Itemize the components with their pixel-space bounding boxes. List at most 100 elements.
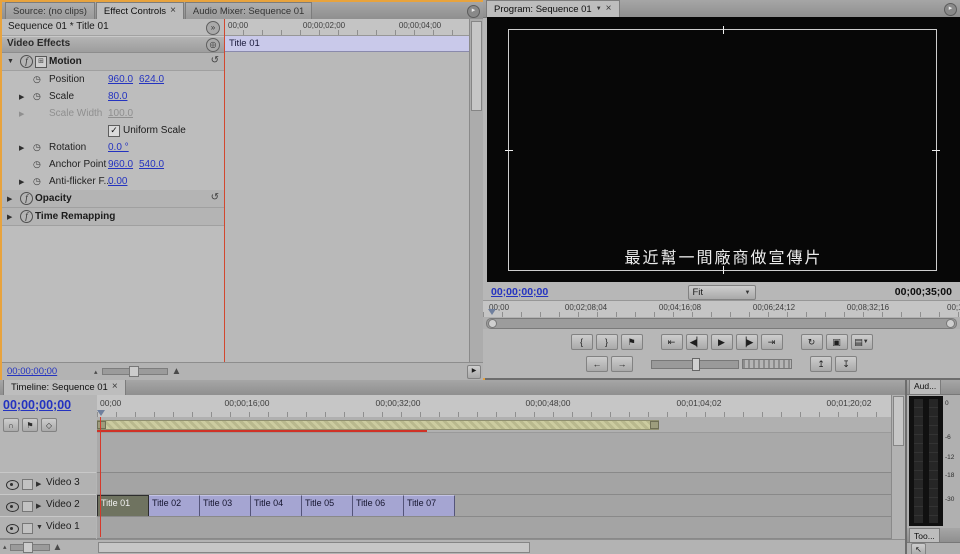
- toggle-animation-stopwatch-icon[interactable]: ◷: [33, 91, 41, 102]
- sequence-selector-icon[interactable]: ▼: [596, 6, 602, 12]
- close-icon[interactable]: ×: [112, 382, 118, 392]
- time-remapping-effect-header[interactable]: ▶ f Time Remapping: [2, 208, 224, 226]
- twirl-open-icon[interactable]: ▼: [7, 58, 14, 65]
- zoom-level-select[interactable]: Fit ▼: [688, 285, 756, 300]
- current-time-indicator[interactable]: [224, 19, 225, 363]
- eye-icon[interactable]: [6, 524, 19, 534]
- twirl-open-icon[interactable]: ▼: [36, 524, 43, 531]
- timeline-zoom-slider[interactable]: [10, 544, 50, 551]
- twirl-closed-icon[interactable]: ▶: [7, 213, 12, 221]
- current-time-indicator[interactable]: [100, 417, 101, 537]
- anti-flicker-value[interactable]: 0.00: [108, 176, 127, 187]
- loop-button[interactable]: ↻: [801, 334, 823, 350]
- step-forward-button[interactable]: ▕▶: [736, 334, 758, 350]
- zoom-out-icon[interactable]: ▴: [3, 543, 7, 551]
- show-timeline-view-button[interactable]: »: [206, 21, 220, 35]
- program-video-preview[interactable]: 最近幫一間廠商做宣傳片: [487, 17, 960, 282]
- view-area-bar[interactable]: [486, 318, 957, 329]
- reset-effect-icon[interactable]: ↺: [211, 55, 219, 66]
- position-y-value[interactable]: 624.0: [139, 74, 164, 85]
- output-button[interactable]: ▤ ▼: [851, 334, 873, 350]
- go-to-previous-edit-button[interactable]: ←: [586, 356, 608, 372]
- view-area-handle[interactable]: [488, 319, 497, 328]
- tab-tools[interactable]: Too...: [909, 528, 940, 542]
- current-time-indicator-head[interactable]: [488, 309, 496, 315]
- anchor-x-value[interactable]: 960.0: [108, 159, 133, 170]
- lock-toggle[interactable]: [22, 523, 33, 534]
- extract-button[interactable]: ↧: [835, 356, 857, 372]
- scrollbar-thumb[interactable]: [471, 21, 482, 111]
- shuttle-slider[interactable]: [651, 360, 739, 369]
- mini-timeline-clip-bar[interactable]: Title 01: [224, 36, 470, 52]
- set-marker-button[interactable]: ⚑: [621, 334, 643, 350]
- set-in-button[interactable]: {: [571, 334, 593, 350]
- program-view-scrollbar[interactable]: [483, 317, 960, 329]
- scroll-right-button[interactable]: ▶: [467, 365, 481, 379]
- selection-tool-icon[interactable]: ↖: [911, 543, 926, 554]
- marker-icon[interactable]: ◇: [41, 418, 57, 432]
- step-back-button[interactable]: ◀▏: [686, 334, 708, 350]
- timeline-current-timecode[interactable]: 00;00;00;00: [3, 398, 71, 412]
- track-header-video1[interactable]: ▼ Video 1: [0, 516, 96, 539]
- lock-toggle[interactable]: [22, 501, 33, 512]
- toggle-animation-stopwatch-icon[interactable]: ◷: [33, 74, 41, 85]
- toggle-animation-stopwatch-icon[interactable]: ◷: [33, 159, 41, 170]
- motion-effect-header[interactable]: ▼ f ⊞ Motion ↺: [2, 53, 224, 71]
- uniform-scale-checkbox[interactable]: ✓: [108, 125, 120, 137]
- zoom-in-icon[interactable]: ▲: [53, 542, 63, 553]
- track-lane-video2[interactable]: Title 01 Title 02 Title 03 Title 04 Titl…: [97, 494, 892, 517]
- timeline-horizontal-scrollbar[interactable]: [97, 539, 905, 554]
- view-area-handle[interactable]: [946, 319, 955, 328]
- effect-controls-mini-timeline[interactable]: 00;00 00;00;02;00 00;00;04;00 Title 01: [224, 19, 470, 363]
- tab-audio-mixer[interactable]: Audio Mixer: Sequence 01: [185, 2, 312, 19]
- lock-toggle[interactable]: [22, 479, 33, 490]
- scale-value[interactable]: 80.0: [108, 91, 127, 102]
- panel-menu-icon[interactable]: ▸: [944, 3, 957, 16]
- mini-timeline-ruler[interactable]: 00;00 00;00;02;00 00;00;04;00: [224, 19, 470, 36]
- toggle-animation-stopwatch-icon[interactable]: ◷: [33, 142, 41, 153]
- position-x-value[interactable]: 960.0: [108, 74, 133, 85]
- track-header-video3[interactable]: ▶ Video 3: [0, 472, 96, 495]
- twirl-closed-icon[interactable]: ▶: [19, 144, 24, 152]
- chapter-marker-icon[interactable]: ⚑: [22, 418, 38, 432]
- tab-source-monitor[interactable]: Source: (no clips): [5, 2, 95, 19]
- effect-controls-vertical-scrollbar[interactable]: [469, 19, 483, 363]
- tab-timeline[interactable]: Timeline: Sequence 01 ×: [3, 380, 126, 395]
- reset-effect-icon[interactable]: ↺: [211, 192, 219, 203]
- work-area-bar[interactable]: [97, 420, 659, 430]
- panel-menu-icon[interactable]: ▸: [467, 5, 480, 18]
- tab-audio-meters[interactable]: Aud...: [909, 380, 941, 394]
- twirl-closed-icon[interactable]: ▶: [36, 480, 41, 488]
- timeline-vertical-scrollbar[interactable]: [891, 395, 905, 540]
- play-button[interactable]: ▶: [711, 334, 733, 350]
- shuttle-thumb[interactable]: [692, 358, 700, 371]
- close-icon[interactable]: ×: [170, 6, 176, 16]
- zoom-slider-thumb[interactable]: [23, 542, 33, 553]
- go-to-in-button[interactable]: ⇤: [661, 334, 683, 350]
- program-current-timecode[interactable]: 00;00;00;00: [491, 286, 548, 298]
- scrollbar-thumb[interactable]: [98, 542, 530, 553]
- tab-effect-controls[interactable]: Effect Controls ×: [96, 2, 184, 19]
- zoom-out-icon[interactable]: ▴: [94, 368, 98, 376]
- anchor-y-value[interactable]: 540.0: [139, 159, 164, 170]
- opacity-effect-header[interactable]: ▶ f Opacity ↺: [2, 190, 224, 208]
- track-lane-video3[interactable]: [97, 472, 892, 495]
- safe-margins-button[interactable]: ▣: [826, 334, 848, 350]
- timeline-time-ruler[interactable]: 00;00 00;00;16;00 00;00;32;00 00;00;48;0…: [97, 395, 905, 418]
- eye-icon[interactable]: [6, 480, 19, 490]
- zoom-in-icon[interactable]: ▲: [172, 366, 182, 377]
- zoom-slider[interactable]: [102, 368, 168, 375]
- tab-program[interactable]: Program: Sequence 01 ▼ ×: [486, 0, 620, 17]
- toggle-animation-stopwatch-icon[interactable]: ◷: [33, 176, 41, 187]
- twirl-closed-icon[interactable]: ▶: [19, 178, 24, 186]
- close-icon[interactable]: ×: [606, 4, 612, 14]
- fx-enable-icon[interactable]: f: [20, 210, 33, 223]
- jog-disk[interactable]: [742, 359, 792, 369]
- fx-enable-icon[interactable]: f: [20, 55, 33, 68]
- scrollbar-thumb[interactable]: [893, 396, 904, 446]
- lift-button[interactable]: ↥: [810, 356, 832, 372]
- track-lane-video1[interactable]: [97, 516, 892, 539]
- go-to-next-edit-button[interactable]: →: [611, 356, 633, 372]
- fx-enable-icon[interactable]: f: [20, 192, 33, 205]
- effect-controls-timecode[interactable]: 00;00;00;00: [7, 366, 57, 377]
